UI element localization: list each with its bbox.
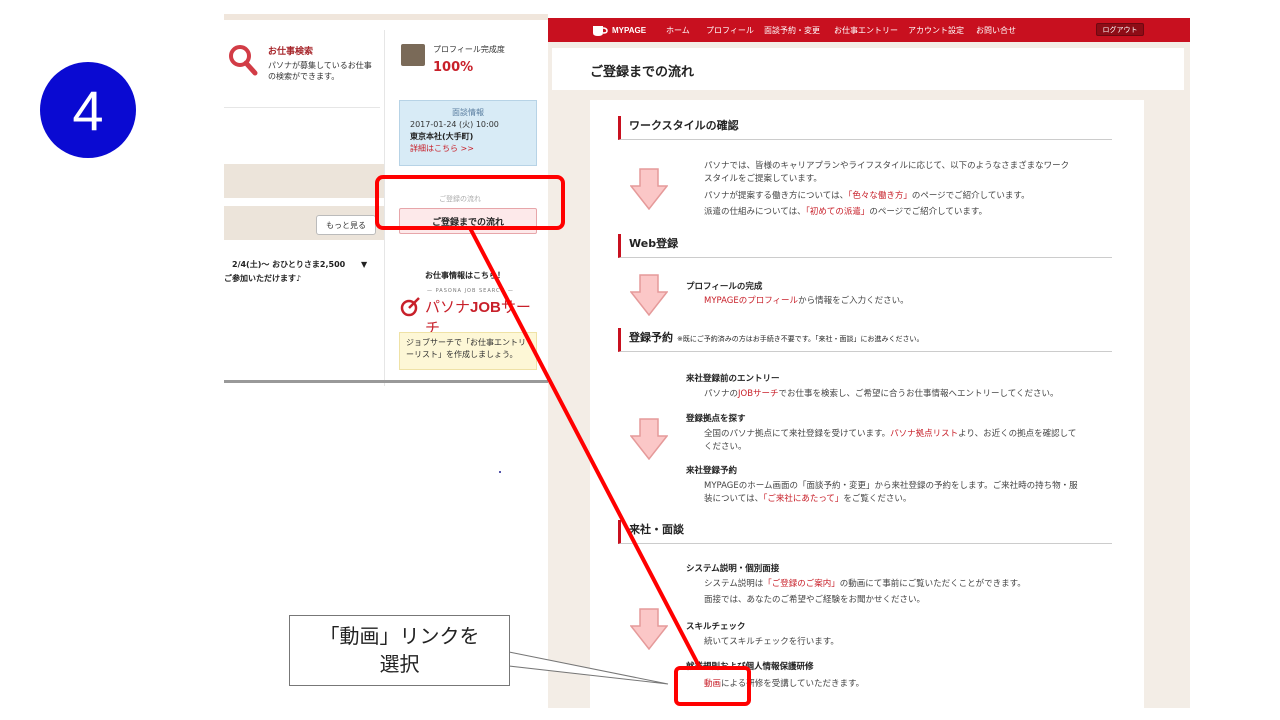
chevron-down-icon[interactable]: ▼ xyxy=(361,258,367,272)
step-number: 4 xyxy=(72,78,104,142)
system-briefing-text: システム説明は「ご登録のご案内」の動画にて事前にご覧いただくことができます。 xyxy=(704,579,1026,589)
down-arrow-icon xyxy=(630,274,668,316)
job-search-desc: パソナが募集しているお仕事の検索ができます。 xyxy=(268,61,372,81)
workstyle-text-1: パソナでは、皆様のキャリアプランやライフスタイルに応じて、以下のようなさまざまな… xyxy=(704,161,1070,184)
step-number-badge: 4 xyxy=(40,62,136,158)
job-search-link[interactable]: JOBサーチ xyxy=(738,389,779,399)
section-web-heading: Web登録 xyxy=(618,234,1112,258)
instruction-callout: 「動画」リンクを 選択 xyxy=(289,615,510,686)
mypage-logo[interactable]: MYPAGE xyxy=(592,21,646,39)
mypage-screenshot: MYPAGE ホーム プロフィール 面談予約・変更 お仕事エントリー アカウント… xyxy=(548,18,1190,708)
callout-line-2: 選択 xyxy=(379,652,420,676)
down-arrow-icon xyxy=(630,168,668,210)
first-dispatch-link[interactable]: 「初めての派遣」 xyxy=(806,207,870,217)
logout-button[interactable]: ログアウト xyxy=(1096,23,1144,36)
find-branch-text: 全国のパソナ拠点にて来社登録を受けています。パソナ拠点リストより、お近くの拠点を… xyxy=(704,429,1077,452)
nav-interview[interactable]: 面談予約・変更 xyxy=(764,25,820,36)
nav-contact[interactable]: お問い合せ xyxy=(976,25,1016,36)
flow-content: ワークスタイルの確認 パソナでは、皆様のキャリアプランやライフスタイルに応じて、… xyxy=(590,100,1144,708)
down-arrow-icon xyxy=(630,608,668,650)
registration-flow-button[interactable]: ご登録までの流れ xyxy=(399,208,537,234)
interview-heading: 面談情報 xyxy=(452,108,484,117)
visit-reservation-subheading: 来社登録予約 xyxy=(686,466,738,476)
job-search-small-text: — PASONA JOB SEARCH — xyxy=(427,288,514,294)
interview-detail-link[interactable]: 詳細はこちら >> xyxy=(410,143,526,155)
system-briefing-subheading: システム説明・個別面接 xyxy=(686,564,780,574)
cup-icon xyxy=(593,26,608,36)
more-button[interactable]: もっと見る xyxy=(316,215,376,235)
interview-text: 面接では、あなたのご希望やご経験をお聞かせください。 xyxy=(704,595,926,605)
nav-job-entry[interactable]: お仕事エントリー xyxy=(834,25,898,36)
pre-entry-text: パソナのJOBサーチでお仕事を検索し、ご希望に合うお仕事情報へエントリーしてくだ… xyxy=(704,389,1059,399)
divider xyxy=(224,380,550,383)
skill-check-text: 続いてスキルチェックを行います。 xyxy=(704,637,839,647)
section-bar xyxy=(224,164,384,198)
flow-heading: ご登録の流れ xyxy=(439,195,481,203)
profile-completion-subheading: プロフィールの完成 xyxy=(686,282,763,292)
skill-check-subheading: スキルチェック xyxy=(686,622,746,632)
event-line-1: 2/4(土)～ おひとりさま2,500 xyxy=(224,260,346,269)
avatar xyxy=(401,44,425,66)
mypage-profile-link[interactable]: MYPAGEのプロフィール xyxy=(704,296,798,306)
interview-place: 東京本社(大手町) xyxy=(410,132,474,141)
entry-list-note: ジョブサーチで「お仕事エントリーリスト」を作成しましょう。 xyxy=(399,332,537,370)
training-text: 動画による研修を受講していただきます。 xyxy=(704,679,865,689)
visiting-info-link[interactable]: 「ご来社にあたって」 xyxy=(763,494,843,504)
job-info-title: お仕事情報はこちら！ xyxy=(425,271,505,280)
top-divider xyxy=(224,14,548,20)
rules-training-subheading: 就業規則および個人情報保護研修 xyxy=(686,662,814,672)
event-line-2: ご参加いただけます♪ xyxy=(224,274,302,283)
callout-line-1: 「動画」リンクを xyxy=(319,624,480,648)
search-icon xyxy=(229,45,258,76)
reserve-note: ※既にご予約済みの方はお手続き不要です。「来社・面談」にお進みください。 xyxy=(677,335,924,343)
web-text: MYPAGEのプロフィールから情報をご入力ください。 xyxy=(704,296,909,306)
sidebar: プロフィール完成度 100% 面談情報 2017-01-24 (火) 10:00… xyxy=(384,30,548,386)
page-title: ご登録までの流れ xyxy=(590,65,695,80)
find-branch-subheading: 登録拠点を探す xyxy=(686,414,746,424)
branch-list-link[interactable]: パソナ拠点リスト xyxy=(890,429,958,439)
section-reserve-heading: 登録予約 ※既にご予約済みの方はお手続き不要です。「来社・面談」にお進みください。 xyxy=(618,328,1112,352)
interview-info: 面談情報 2017-01-24 (火) 10:00 東京本社(大手町) 詳細はこ… xyxy=(399,100,537,166)
job-search-card[interactable]: お仕事検索 パソナが募集しているお仕事の検索ができます。 xyxy=(224,42,380,108)
top-navbar: MYPAGE ホーム プロフィール 面談予約・変更 お仕事エントリー アカウント… xyxy=(548,18,1190,42)
profile-completion-label: プロフィール完成度 xyxy=(433,45,505,54)
nav-profile[interactable]: プロフィール xyxy=(706,25,754,36)
video-link[interactable]: 動画 xyxy=(704,679,721,689)
nav-home[interactable]: ホーム xyxy=(666,25,690,36)
registration-guide-link[interactable]: 「ご登録のご案内」 xyxy=(763,579,840,589)
workstyle-text-3: 派遣の仕組みについては、「初めての派遣」のページでご紹介しています。 xyxy=(704,207,988,217)
event-info: 2/4(土)～ おひとりさま2,500 ご参加いただけます♪ ▼ xyxy=(224,258,374,286)
pre-entry-subheading: 来社登録前のエントリー xyxy=(686,374,780,384)
section-workstyle-heading: ワークスタイルの確認 xyxy=(618,116,1112,140)
stray-dot xyxy=(499,471,501,473)
section-visit-heading: 来社・面談 xyxy=(618,520,1112,544)
profile-completion-value: 100% xyxy=(433,60,474,75)
target-icon xyxy=(400,297,420,317)
workstyle-text-2: パソナが提案する働き方については、「色々な働き方」のページでご紹介しています。 xyxy=(704,191,1030,201)
page-title-bar: ご登録までの流れ xyxy=(552,48,1184,90)
logo-text: MYPAGE xyxy=(612,25,647,35)
job-search-title: お仕事検索 xyxy=(268,47,314,57)
previous-page-screenshot: お仕事検索 パソナが募集しているお仕事の検索ができます。 もっと見る 2/4(土… xyxy=(224,14,548,386)
down-arrow-icon xyxy=(630,418,668,460)
visit-reservation-text: MYPAGEのホーム画面の「面談予約・変更」から来社登録の予約をします。ご来社時… xyxy=(704,481,1078,504)
interview-date: 2017-01-24 (火) 10:00 xyxy=(410,120,499,129)
nav-account[interactable]: アカウント設定 xyxy=(908,25,964,36)
various-workstyles-link[interactable]: 「色々な働き方」 xyxy=(848,191,912,201)
pasona-job-search-logo[interactable]: — PASONA JOB SEARCH — パソナJOBサーチ xyxy=(397,288,542,337)
